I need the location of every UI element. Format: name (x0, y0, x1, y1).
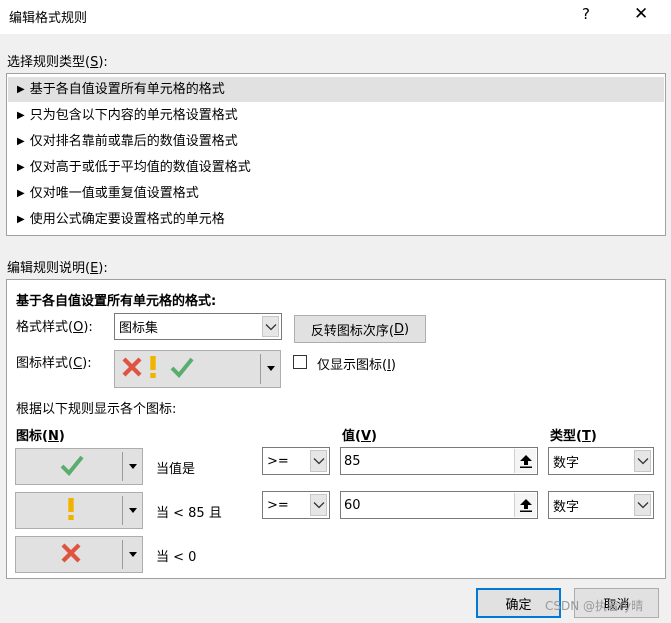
rules-caption: 根据以下规则显示各个图标: (16, 402, 177, 417)
rule-description-label: 编辑规则说明(E): (7, 261, 108, 276)
exclamation-icon (148, 355, 158, 383)
chevron-down-icon (634, 494, 651, 516)
format-style-label: 格式样式(O): (16, 320, 93, 335)
rule-type-item[interactable]: ▶ 仅对唯一值或重复值设置格式 (8, 181, 664, 206)
row1-icon-select[interactable] (15, 448, 143, 485)
row2-value-input[interactable]: 60 (340, 491, 538, 519)
range-select-button[interactable] (514, 449, 536, 473)
triangle-right-icon: ▶ (17, 136, 25, 147)
format-style-select[interactable]: 图标集 (114, 313, 282, 340)
row2-condition: 当 < 85 且 (156, 506, 222, 521)
triangle-right-icon: ▶ (17, 162, 25, 173)
row3-icon-select[interactable] (15, 536, 143, 573)
rule-type-item[interactable]: ▶ 仅对排名靠前或靠后的数值设置格式 (8, 129, 664, 154)
icon-style-label: 图标样式(C): (16, 356, 92, 371)
dropdown-arrow-icon (129, 551, 137, 557)
dropdown-arrow-icon (129, 507, 137, 513)
checkmark-icon (60, 454, 84, 480)
row1-type-select[interactable]: 数字 (548, 447, 654, 475)
dialog-title: 编辑格式规则 (9, 11, 88, 26)
show-icon-only-label[interactable]: 仅显示图标(I) (317, 354, 396, 373)
row1-operator-select[interactable]: >= (262, 447, 330, 475)
exclamation-icon (66, 497, 76, 525)
chevron-down-icon (262, 316, 279, 337)
reverse-icon-order-button[interactable]: 反转图标次序(D) (294, 315, 426, 343)
checkmark-icon (170, 356, 194, 382)
show-icon-only-checkbox[interactable] (293, 355, 307, 369)
row3-condition: 当 < 0 (156, 550, 197, 565)
rule-type-item[interactable]: ▶ 基于各自值设置所有单元格的格式 (8, 77, 664, 102)
triangle-right-icon: ▶ (17, 188, 25, 199)
row1-value-input[interactable]: 85 (340, 447, 538, 475)
close-button[interactable]: ✕ (634, 4, 648, 24)
triangle-right-icon: ▶ (17, 110, 25, 121)
rule-type-item[interactable]: ▶ 使用公式确定要设置格式的单元格 (8, 207, 664, 232)
rule-type-list[interactable]: ▶ 基于各自值设置所有单元格的格式 ▶ 只为包含以下内容的单元格设置格式 ▶ 仅对排名… (6, 73, 666, 236)
row1-condition: 当值是 (156, 462, 196, 477)
row2-operator-select[interactable]: >= (262, 491, 330, 519)
icon-style-select[interactable] (114, 350, 281, 388)
icon-column-header: 图标(N) (16, 429, 65, 444)
triangle-right-icon: ▶ (17, 214, 25, 225)
description-heading: 基于各自值设置所有单元格的格式: (16, 294, 217, 309)
rule-type-item[interactable]: ▶ 只为包含以下内容的单元格设置格式 (8, 103, 664, 128)
red-x-icon (121, 356, 143, 382)
value-column-header: 值(V) (342, 429, 377, 444)
help-button[interactable]: ? (582, 5, 590, 23)
range-select-button[interactable] (514, 493, 536, 517)
rule-type-label: 选择规则类型(S): (7, 55, 108, 70)
red-x-icon (60, 542, 82, 568)
chevron-down-icon (310, 450, 327, 472)
dropdown-arrow-icon (129, 463, 137, 469)
triangle-right-icon: ▶ (17, 84, 25, 95)
row2-type-select[interactable]: 数字 (548, 491, 654, 519)
watermark-text: CSDN @执着ry晴 (545, 599, 644, 613)
title-bar (0, 0, 671, 34)
type-column-header: 类型(T) (550, 429, 597, 444)
row2-icon-select[interactable] (15, 492, 143, 529)
dropdown-arrow-icon (267, 366, 275, 371)
rule-type-item[interactable]: ▶ 仅对高于或低于平均值的数值设置格式 (8, 155, 664, 180)
chevron-down-icon (634, 450, 651, 472)
chevron-down-icon (310, 494, 327, 516)
